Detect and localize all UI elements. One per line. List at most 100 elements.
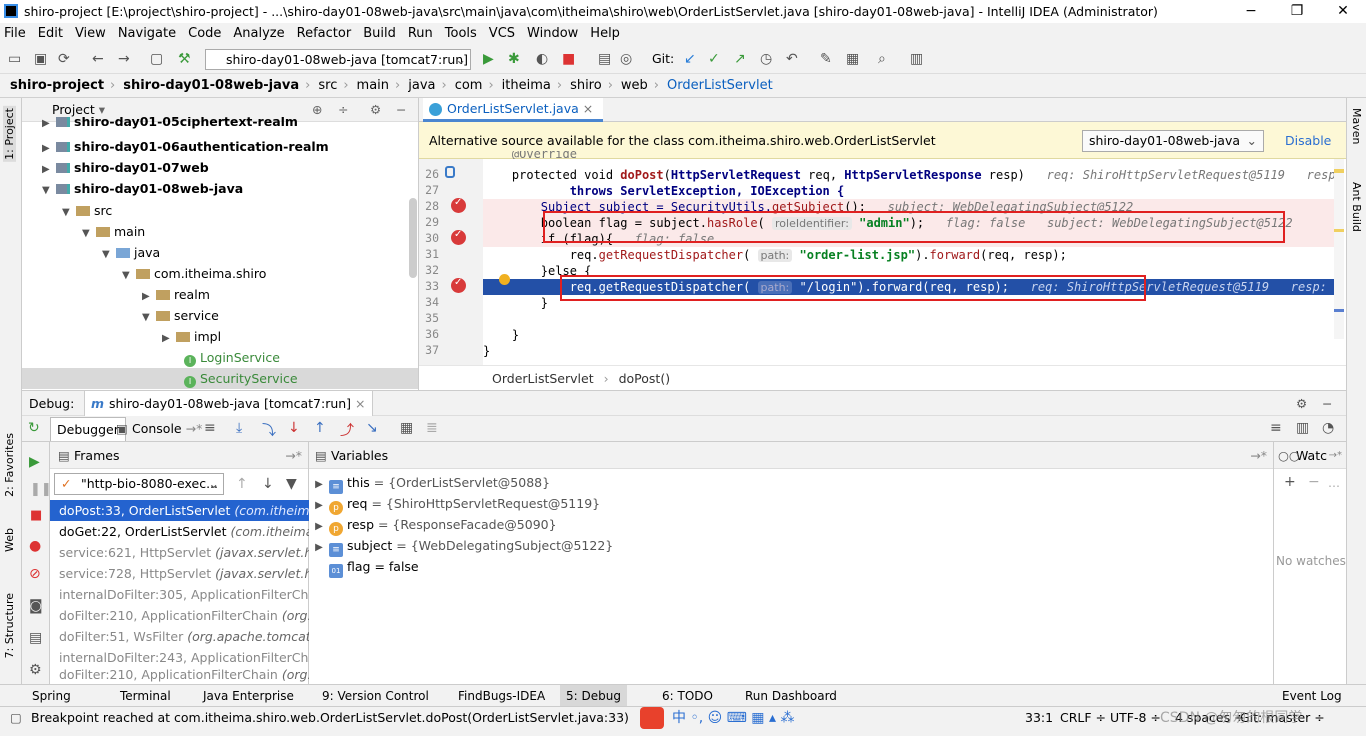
breakpoint-icon[interactable] <box>451 229 466 245</box>
step-out-icon[interactable]: ⤴ <box>340 420 354 440</box>
stop-icon[interactable]: ■ <box>562 51 575 67</box>
restore-icon[interactable]: ▤ <box>29 630 42 646</box>
close-button[interactable]: ✕ <box>1320 0 1366 23</box>
debug-session-tab[interactable]: m shiro-day01-08web-java [tomcat7:run] × <box>84 391 373 416</box>
alternative-source-select[interactable]: shiro-day01-08web-java ⌄ <box>1082 130 1264 152</box>
frames-pin-icon[interactable]: →* <box>285 442 302 469</box>
variable-row[interactable]: 01 flag = false <box>309 556 419 578</box>
mute-breakpoints-icon[interactable]: ⊘ <box>29 566 41 582</box>
favorites-tool-tab[interactable]: 2: Favorites <box>3 433 16 497</box>
debug-icon[interactable]: ✱ <box>508 51 520 67</box>
run-icon[interactable]: ▶ <box>483 51 494 67</box>
project-structure-icon[interactable]: ▦ <box>846 51 859 67</box>
git-push-icon[interactable]: ↗ <box>734 51 746 67</box>
menu-tools[interactable]: Tools <box>445 26 477 41</box>
build-icon[interactable]: ⚒ <box>178 51 191 67</box>
menu-view[interactable]: View <box>75 26 106 41</box>
run-to-cursor-icon[interactable]: ↘ <box>366 420 378 436</box>
resume-icon[interactable]: ▶ <box>29 454 40 470</box>
menu-file[interactable]: File <box>4 26 26 41</box>
save-icon[interactable]: ▣ <box>34 51 47 67</box>
crumb-src[interactable]: src <box>318 78 337 93</box>
hide-panel-icon[interactable]: − <box>396 98 406 122</box>
minimize-button[interactable]: − <box>1228 0 1274 23</box>
run-dashboard-tool-button[interactable]: Run Dashboard <box>745 685 837 707</box>
pin-icon[interactable]: ◔ <box>1322 420 1334 436</box>
code-line-37[interactable]: } <box>483 343 1338 359</box>
menu-analyze[interactable]: Analyze <box>233 26 284 41</box>
frame-row[interactable]: service:621, HttpServlet (javax.servlet.… <box>50 542 309 563</box>
todo-tool-button[interactable]: 6: TODO <box>662 685 713 707</box>
frame-row[interactable]: doFilter:210, ApplicationFilterChain (or… <box>50 668 309 684</box>
variables-pin-icon[interactable]: →* <box>1250 442 1267 469</box>
tree-item[interactable]: ▼ com.itheima.shiro <box>122 263 266 284</box>
frame-row[interactable]: service:728, HttpServlet (javax.servlet.… <box>50 563 309 584</box>
code-line-26[interactable]: protected void doPost(HttpServletRequest… <box>483 167 1338 183</box>
breakpoint-icon[interactable] <box>451 197 466 213</box>
intention-bulb-icon[interactable] <box>499 274 510 285</box>
editor-crumb-class[interactable]: OrderListServlet <box>492 371 594 386</box>
debug-options-icon[interactable]: ▥ <box>1296 420 1309 436</box>
structure-tool-tab[interactable]: 7: Structure <box>3 593 16 658</box>
tree-item[interactable]: ▼ main <box>82 221 145 242</box>
java-enterprise-tool-button[interactable]: Java Enterprise <box>203 685 294 707</box>
ant-icon[interactable]: ◎ <box>620 51 632 67</box>
collapse-icon[interactable]: ÷ <box>338 98 348 122</box>
menu-window[interactable]: Window <box>527 26 578 41</box>
view-breakpoints-icon[interactable]: ● <box>29 538 41 554</box>
locate-icon[interactable]: ⊕ <box>312 98 322 122</box>
editor-scrollbar[interactable] <box>1334 159 1344 339</box>
watches-pin-icon[interactable]: →* <box>1329 442 1342 469</box>
git-rollback-icon[interactable]: ↶ <box>786 51 798 67</box>
menu-vcs[interactable]: VCS <box>489 26 515 41</box>
tree-item[interactable]: I SecurityService <box>22 368 418 389</box>
menu-build[interactable]: Build <box>363 26 396 41</box>
menu-navigate[interactable]: Navigate <box>118 26 176 41</box>
close-tab-icon[interactable]: × <box>583 101 593 116</box>
tree-item[interactable]: I LoginService <box>184 347 280 368</box>
project-panel-title[interactable]: Project <box>52 102 95 117</box>
git-update-icon[interactable]: ↙ <box>684 51 696 67</box>
camera-icon[interactable]: ◙ <box>29 598 43 614</box>
crumb-project[interactable]: shiro-project <box>10 78 104 93</box>
menu-refactor[interactable]: Refactor <box>297 26 352 41</box>
frame-row[interactable]: doFilter:51, WsFilter (org.apache.tomcat… <box>50 626 309 647</box>
variable-row[interactable]: ▶ ≡ this = {OrderListServlet@5088} <box>309 472 550 494</box>
thread-select[interactable]: ✓ "http-bio-8080-exec... ⌄ <box>54 473 224 495</box>
frame-row[interactable]: internalDoFilter:305, ApplicationFilterC… <box>50 584 309 605</box>
tree-item[interactable]: ▼ service <box>142 305 219 326</box>
search-icon[interactable]: ⌕ <box>878 51 886 67</box>
back-icon[interactable]: ← <box>92 51 104 67</box>
ime-toolbar-icon[interactable]: 中 ◦, ☺ ⌨ ▦ ▴ ⁂ <box>672 707 794 729</box>
frame-up-icon[interactable]: ↑ <box>236 476 248 492</box>
project-tool-tab[interactable]: 1: Project <box>3 106 16 162</box>
settings-icon[interactable]: ⚙ <box>29 662 42 678</box>
force-step-into-icon[interactable]: ↑ <box>314 420 326 436</box>
tree-item[interactable]: ▶ shiro-day01-06authentication-realm <box>42 136 329 157</box>
crumb-shiro[interactable]: shiro <box>570 78 602 93</box>
web-tool-tab[interactable]: Web <box>3 528 16 552</box>
settings-wrench-icon[interactable]: ✎ <box>820 51 832 67</box>
crumb-web[interactable]: web <box>621 78 648 93</box>
editor-gutter[interactable]: 26 27 28 29 30 31 32 33 34 35 36 37 <box>419 159 483 365</box>
code-line-27[interactable]: throws ServletException, IOException { <box>483 183 1338 199</box>
filter-icon[interactable]: ▼ <box>286 476 297 492</box>
debug-hide-icon[interactable]: − <box>1322 391 1332 417</box>
crumb-class[interactable]: OrderListServlet <box>667 78 773 93</box>
variable-row[interactable]: ▶ p resp = {ResponseFacade@5090} <box>309 514 557 536</box>
line-separator[interactable]: CRLF ÷ <box>1060 707 1106 729</box>
gear-icon[interactable]: ⚙ <box>370 98 381 122</box>
debug-settings-gear-icon[interactable]: ⚙ <box>1296 391 1307 417</box>
layout-icon[interactable]: ≡ <box>204 420 216 436</box>
crumb-com[interactable]: com <box>455 78 483 93</box>
code-line-31[interactable]: req.getRequestDispatcher( path: "order-l… <box>483 247 1338 263</box>
menu-help[interactable]: Help <box>590 26 620 41</box>
step-into-icon[interactable]: ↓ <box>288 420 300 436</box>
rerun-icon[interactable]: ↻ <box>28 420 40 436</box>
editor-crumb-method[interactable]: doPost() <box>619 371 671 386</box>
status-icon[interactable]: ▢ <box>10 707 22 729</box>
frame-row[interactable]: doGet:22, OrderListServlet (com.itheima.… <box>50 521 309 542</box>
findbugs-tool-button[interactable]: FindBugs-IDEA <box>458 685 545 707</box>
frame-row[interactable]: internalDoFilter:243, ApplicationFilterC… <box>50 647 309 668</box>
tree-item[interactable]: ▼ shiro-day01-08web-java <box>42 178 243 199</box>
